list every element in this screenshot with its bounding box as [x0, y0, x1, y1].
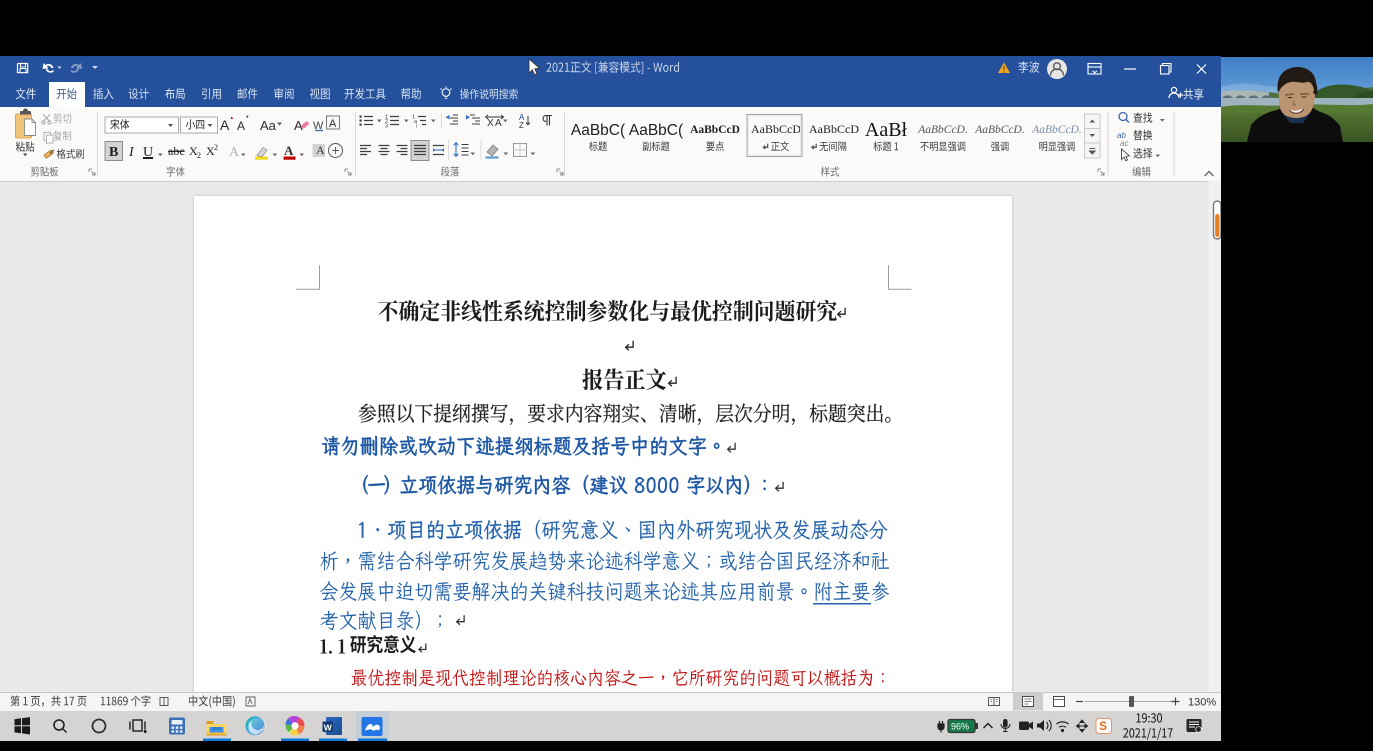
svg-text:AaBbCcD: AaBbCcD: [809, 122, 859, 136]
svg-text:Aa: Aa: [260, 118, 277, 133]
svg-text:A: A: [220, 117, 230, 133]
svg-text:A: A: [329, 118, 337, 130]
svg-text:A: A: [237, 119, 245, 133]
svg-text:2: 2: [197, 151, 201, 160]
svg-text:AaBbC(: AaBbC(: [629, 122, 684, 139]
svg-text:A: A: [495, 118, 502, 129]
svg-text:AaBbCcD: AaBbCcD: [751, 122, 801, 136]
svg-text:2: 2: [214, 143, 218, 152]
svg-text:abc: abc: [168, 144, 185, 158]
svg-text:A: A: [229, 145, 240, 160]
svg-text:S: S: [1099, 721, 1107, 733]
svg-text:A: A: [284, 143, 294, 158]
svg-text:B: B: [109, 145, 118, 160]
svg-text:I: I: [128, 145, 135, 160]
svg-text:96%: 96%: [951, 722, 969, 732]
svg-text:X: X: [487, 118, 494, 129]
svg-text:AaBbCcD.: AaBbCcD.: [1031, 124, 1082, 136]
svg-text:3: 3: [385, 124, 388, 130]
svg-text:i: i: [416, 124, 417, 130]
svg-text:AaBł: AaBł: [865, 119, 908, 141]
svg-text:AaBbCcD.: AaBbCcD.: [974, 124, 1025, 136]
svg-text:A: A: [316, 143, 325, 157]
svg-text:AaBbCcD: AaBbCcD: [690, 124, 740, 136]
svg-text:W: W: [324, 722, 333, 732]
svg-text:U: U: [143, 145, 153, 160]
svg-text:AaBbCcD.: AaBbCcD.: [917, 124, 968, 136]
svg-text:ac: ac: [1120, 139, 1128, 148]
svg-text:AaBbC(: AaBbC(: [571, 122, 626, 139]
svg-text:130%: 130%: [1188, 697, 1216, 709]
svg-text:Z: Z: [519, 121, 524, 130]
